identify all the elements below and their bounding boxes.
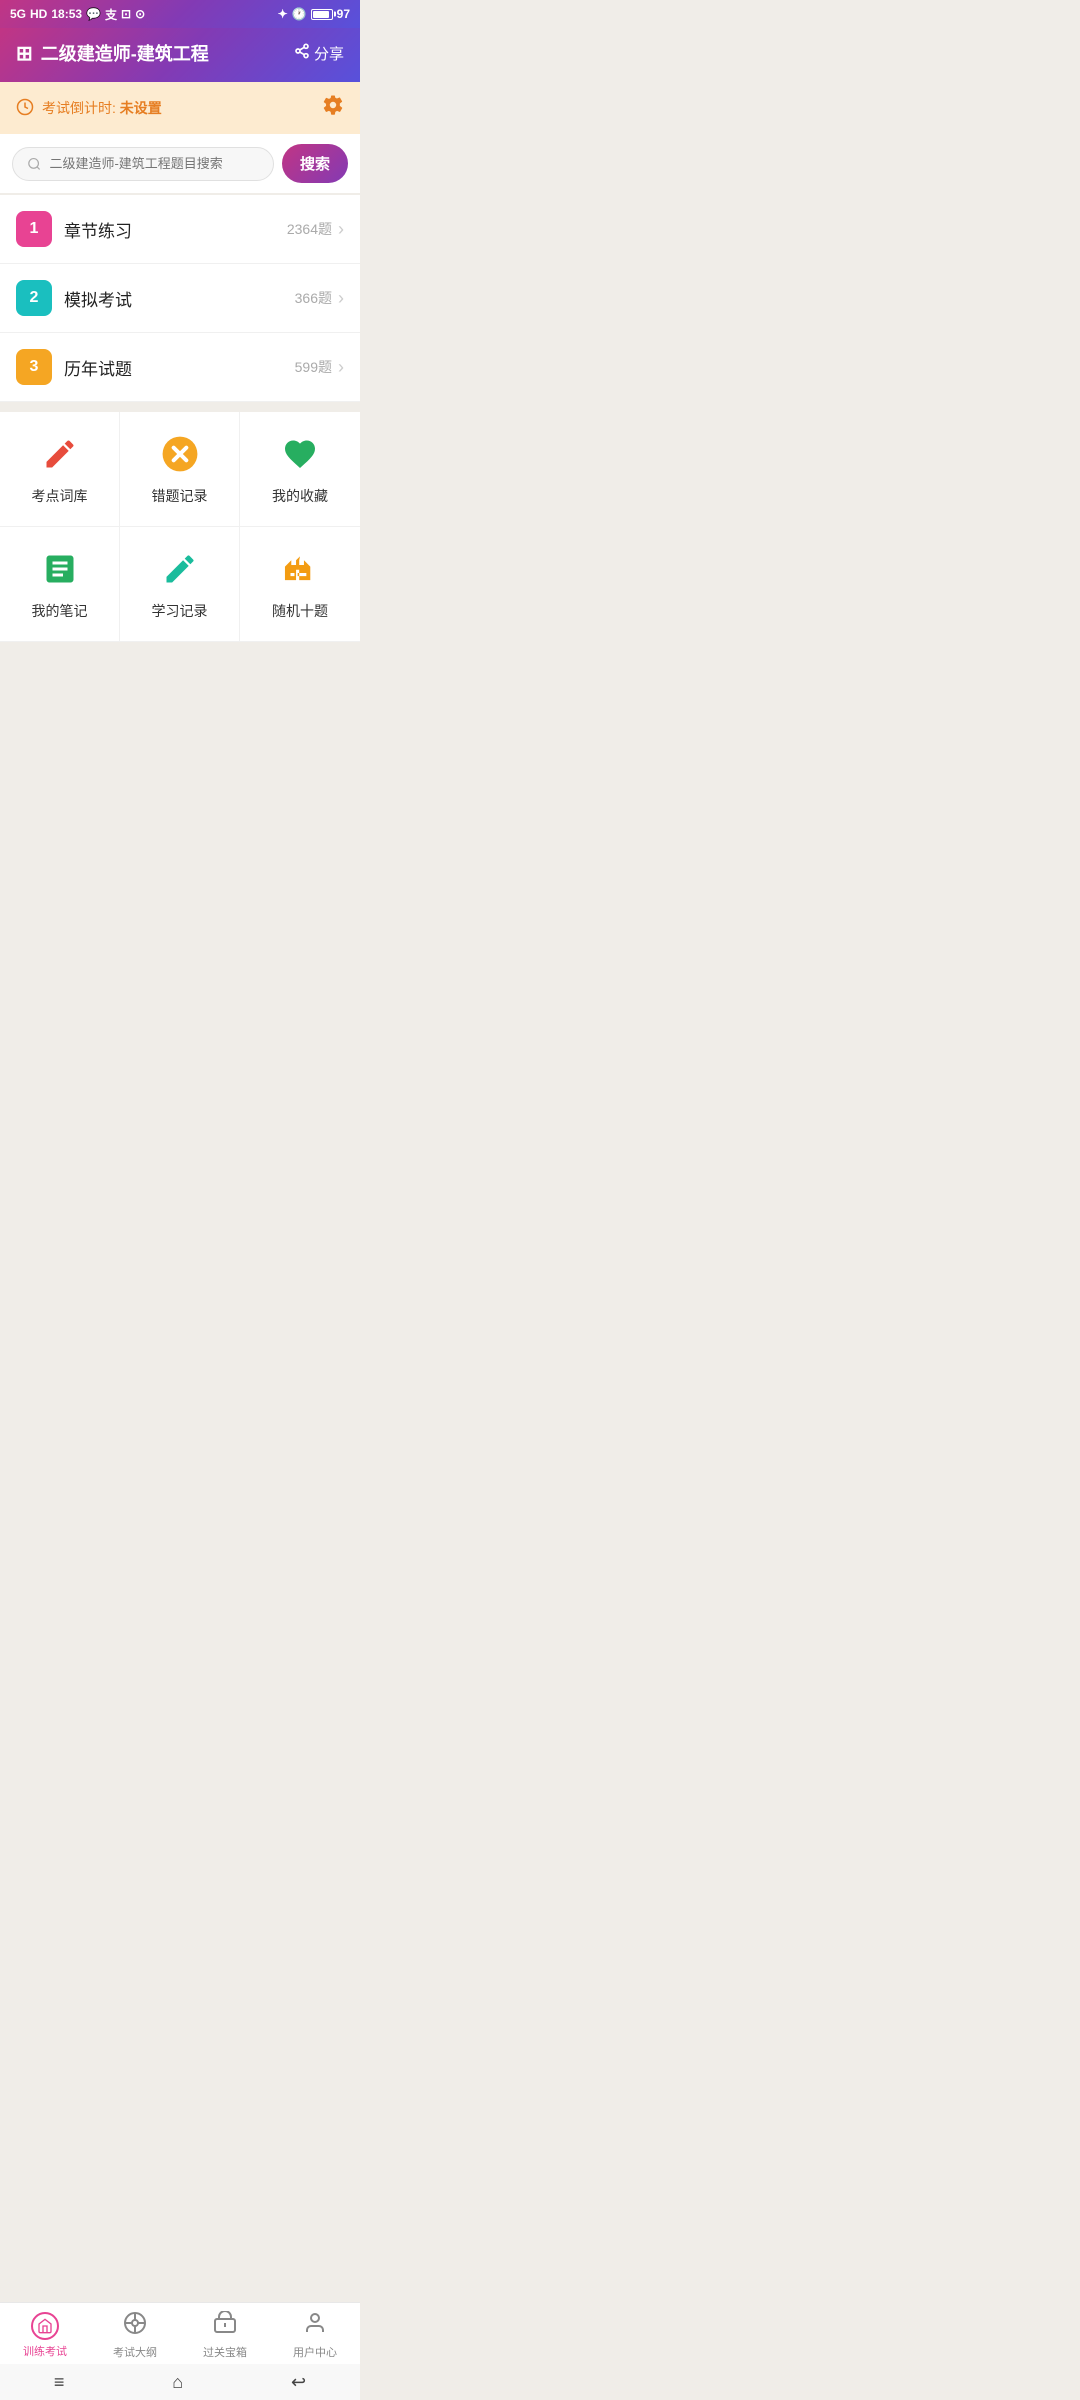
feature-suiji[interactable]: 随机十题 (240, 527, 360, 642)
notes-icon (38, 547, 82, 591)
search-button[interactable]: 搜索 (282, 144, 348, 183)
bluetooth-icon: ✦ (278, 7, 288, 21)
nav-user[interactable]: 用户中心 (270, 2311, 360, 2360)
biji-label: 我的笔记 (32, 601, 88, 621)
treasure-nav-label: 过关宝箱 (203, 2344, 247, 2360)
page-header: ⊞ 二级建造师-建筑工程 分享 (0, 28, 360, 82)
share-label: 分享 (314, 43, 344, 64)
heart-icon (278, 432, 322, 476)
empty-content-area (0, 642, 360, 942)
user-nav-icon (303, 2311, 327, 2341)
clock-icon: 🕐 (292, 7, 307, 21)
status-right: ✦ 🕐 97 (278, 7, 350, 21)
practice-item-mock[interactable]: 2 模拟考试 366题 › (0, 264, 360, 333)
practice-item-past[interactable]: 3 历年试题 599题 › (0, 333, 360, 402)
header-app-icon: ⊞ (16, 41, 33, 66)
outline-nav-label: 考试大纲 (113, 2344, 157, 2360)
item-name-mock: 模拟考试 (64, 286, 295, 311)
countdown-text: 考试倒计时: 未设置 (42, 98, 162, 118)
feature-xuexi[interactable]: 学习记录 (120, 527, 240, 642)
search-input[interactable] (49, 156, 259, 171)
feature-cuoti[interactable]: 错题记录 (120, 412, 240, 527)
feature-kaodian[interactable]: 考点词库 (0, 412, 120, 527)
pencil-icon (38, 432, 82, 476)
search-icon (27, 156, 41, 172)
system-nav-bar: ≡ ⌂ ↩ (0, 2364, 360, 2400)
xuexi-label: 学习记录 (152, 601, 208, 621)
page-title: 二级建造师-建筑工程 (41, 40, 209, 66)
signal-text: 5G (10, 7, 26, 21)
menu-button[interactable]: ≡ (54, 2372, 65, 2393)
compass-icon: ⊙ (135, 7, 145, 21)
item-num-3: 3 (16, 349, 52, 385)
chat-icon: 💬 (86, 7, 101, 21)
x-circle-icon (158, 432, 202, 476)
chevron-icon-3: › (338, 357, 344, 378)
chevron-icon-1: › (338, 219, 344, 240)
train-nav-icon (31, 2312, 59, 2340)
nav-outline[interactable]: 考试大纲 (90, 2311, 180, 2360)
section-divider (0, 402, 360, 412)
search-input-wrap[interactable] (12, 147, 274, 181)
settings-icon[interactable] (322, 94, 344, 122)
item-count-chapter: 2364题 (287, 219, 332, 239)
nav-treasure[interactable]: 过关宝箱 (180, 2311, 270, 2360)
train-nav-label: 训练考试 (23, 2343, 67, 2359)
item-num-2: 2 (16, 280, 52, 316)
search-bar: 搜索 (0, 134, 360, 193)
user-nav-label: 用户中心 (293, 2344, 337, 2360)
outline-nav-icon (123, 2311, 147, 2341)
countdown-banner: 考试倒计时: 未设置 (0, 82, 360, 134)
cuoti-label: 错题记录 (152, 486, 208, 506)
item-name-past: 历年试题 (64, 355, 295, 380)
practice-item-chapter[interactable]: 1 章节练习 2364题 › (0, 195, 360, 264)
item-name-chapter: 章节练习 (64, 217, 287, 242)
hd-badge: HD (30, 7, 47, 21)
header-title-group: ⊞ 二级建造师-建筑工程 (16, 40, 209, 66)
suiji-label: 随机十题 (272, 601, 328, 621)
battery-indicator (311, 9, 333, 20)
kaodian-label: 考点词库 (32, 486, 88, 506)
nav-icon: ⊡ (121, 7, 131, 21)
chevron-icon-2: › (338, 288, 344, 309)
share-button[interactable]: 分享 (294, 43, 344, 64)
item-count-past: 599题 (295, 357, 332, 377)
bottom-nav: 训练考试 考试大纲 过关宝箱 (0, 2302, 360, 2364)
back-button[interactable]: ↩ (291, 2372, 306, 2393)
clock-circle-icon (16, 98, 34, 119)
item-num-1: 1 (16, 211, 52, 247)
share-icon (294, 43, 310, 63)
feature-grid: 考点词库 错题记录 我的收藏 我的笔记 (0, 412, 360, 642)
status-left: 5G HD 18:53 💬 支 ⊡ ⊙ (10, 6, 145, 23)
practice-list: 1 章节练习 2364题 › 2 模拟考试 366题 › 3 历年试题 599题… (0, 195, 360, 402)
item-count-mock: 366题 (295, 288, 332, 308)
countdown-left: 考试倒计时: 未设置 (16, 98, 162, 119)
nav-train[interactable]: 训练考试 (0, 2312, 90, 2359)
status-bar: 5G HD 18:53 💬 支 ⊡ ⊙ ✦ 🕐 97 (0, 0, 360, 28)
binoculars-icon (278, 547, 322, 591)
battery-percent: 97 (337, 7, 350, 21)
treasure-nav-icon (213, 2311, 237, 2341)
pay-icon: 支 (105, 6, 117, 23)
pen-icon (158, 547, 202, 591)
home-button[interactable]: ⌂ (172, 2372, 183, 2393)
shoucang-label: 我的收藏 (272, 486, 328, 506)
feature-shoucang[interactable]: 我的收藏 (240, 412, 360, 527)
time-display: 18:53 (51, 7, 82, 21)
feature-biji[interactable]: 我的笔记 (0, 527, 120, 642)
